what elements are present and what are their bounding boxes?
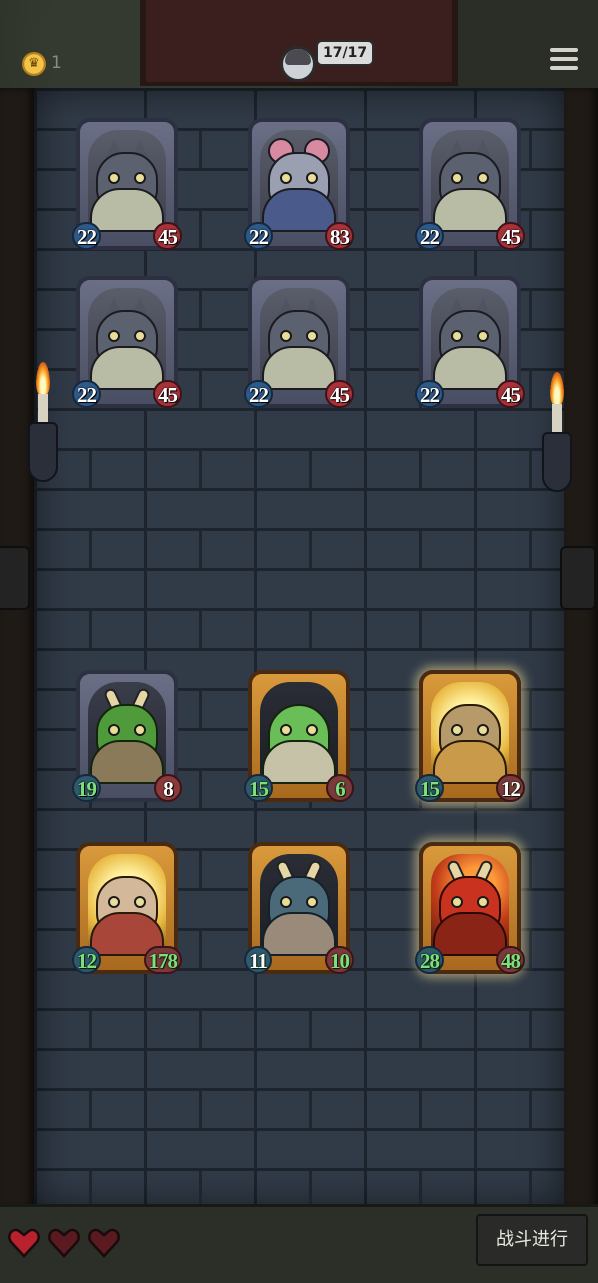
attack-badge: 28 xyxy=(415,946,444,974)
hamburger-menu-icon[interactable] xyxy=(550,48,578,74)
enemy-card-wolf[interactable]: 22 45 xyxy=(415,118,525,250)
attack-badge: 19 xyxy=(72,774,101,802)
horned-crocodile-portrait xyxy=(88,682,166,784)
wolf-portrait xyxy=(431,288,509,390)
torch-left xyxy=(28,362,58,482)
heart-icon xyxy=(8,1228,40,1258)
health-badge: 45 xyxy=(153,380,182,408)
ally-card-dwarf[interactable]: 12 178 xyxy=(72,842,182,974)
health-badge: 10 xyxy=(325,946,354,974)
wolf-portrait xyxy=(88,130,166,232)
health-badge: 45 xyxy=(496,222,525,250)
attack-badge: 22 xyxy=(72,380,101,408)
heart-icon xyxy=(88,1228,121,1258)
ally-card-horned-crocodile[interactable]: 19 8 xyxy=(72,670,182,802)
dungeon-wall xyxy=(34,88,564,1208)
ally-card-mummy[interactable]: 15 12 xyxy=(415,670,525,802)
crown-coin-icon: ♛ xyxy=(22,52,46,76)
wolf-portrait xyxy=(88,288,166,390)
health-badge: 48 xyxy=(496,946,525,974)
hero-health-bubble: 17/17 xyxy=(316,40,375,66)
battle-proceed-button[interactable]: 战斗进行 xyxy=(476,1214,588,1266)
torch-right xyxy=(542,372,572,492)
health-badge: 45 xyxy=(496,380,525,408)
ally-card-beast[interactable]: 11 10 xyxy=(244,842,354,974)
left-pillar xyxy=(0,88,34,1208)
attack-badge: 22 xyxy=(415,222,444,250)
health-badge: 45 xyxy=(325,380,354,408)
dwarf-portrait xyxy=(88,854,166,956)
health-badge: 6 xyxy=(326,774,354,802)
ally-card-gator[interactable]: 15 6 xyxy=(244,670,354,802)
right-pillar xyxy=(564,88,598,1208)
enemy-card-wolf[interactable]: 22 45 xyxy=(72,276,182,408)
enemy-card-wolf[interactable]: 22 45 xyxy=(415,276,525,408)
wolf-portrait xyxy=(260,288,338,390)
health-badge: 83 xyxy=(325,222,354,250)
health-badge: 45 xyxy=(153,222,182,250)
door-hinge-right xyxy=(560,546,596,610)
attack-badge: 15 xyxy=(415,774,444,802)
flame-icon xyxy=(36,362,50,396)
attack-badge: 11 xyxy=(244,946,272,974)
enemy-card-rat[interactable]: 22 83 xyxy=(244,118,354,250)
attack-badge: 22 xyxy=(72,222,101,250)
coin-count: 1 xyxy=(51,53,62,73)
mummy-portrait xyxy=(431,682,509,784)
demon-portrait xyxy=(431,854,509,956)
beast-portrait xyxy=(260,854,338,956)
enemy-card-wolf[interactable]: 22 45 xyxy=(72,118,182,250)
enemy-card-wolf[interactable]: 22 45 xyxy=(244,276,354,408)
attack-badge: 22 xyxy=(244,380,273,408)
heart-icon xyxy=(48,1228,81,1258)
health-badge: 12 xyxy=(496,774,525,802)
flame-icon xyxy=(550,372,564,406)
attack-badge: 22 xyxy=(244,222,273,250)
gator-portrait xyxy=(260,682,338,784)
attack-badge: 22 xyxy=(415,380,444,408)
lives-row xyxy=(8,1228,123,1262)
health-badge: 8 xyxy=(154,774,182,802)
attack-badge: 15 xyxy=(244,774,273,802)
rat-portrait xyxy=(260,130,338,232)
door-hinge-left xyxy=(0,546,30,610)
hero-avatar[interactable] xyxy=(280,46,316,82)
health-badge: 178 xyxy=(143,946,182,974)
wolf-portrait xyxy=(431,130,509,232)
attack-badge: 12 xyxy=(72,946,101,974)
ally-card-demon[interactable]: 28 48 xyxy=(415,842,525,974)
